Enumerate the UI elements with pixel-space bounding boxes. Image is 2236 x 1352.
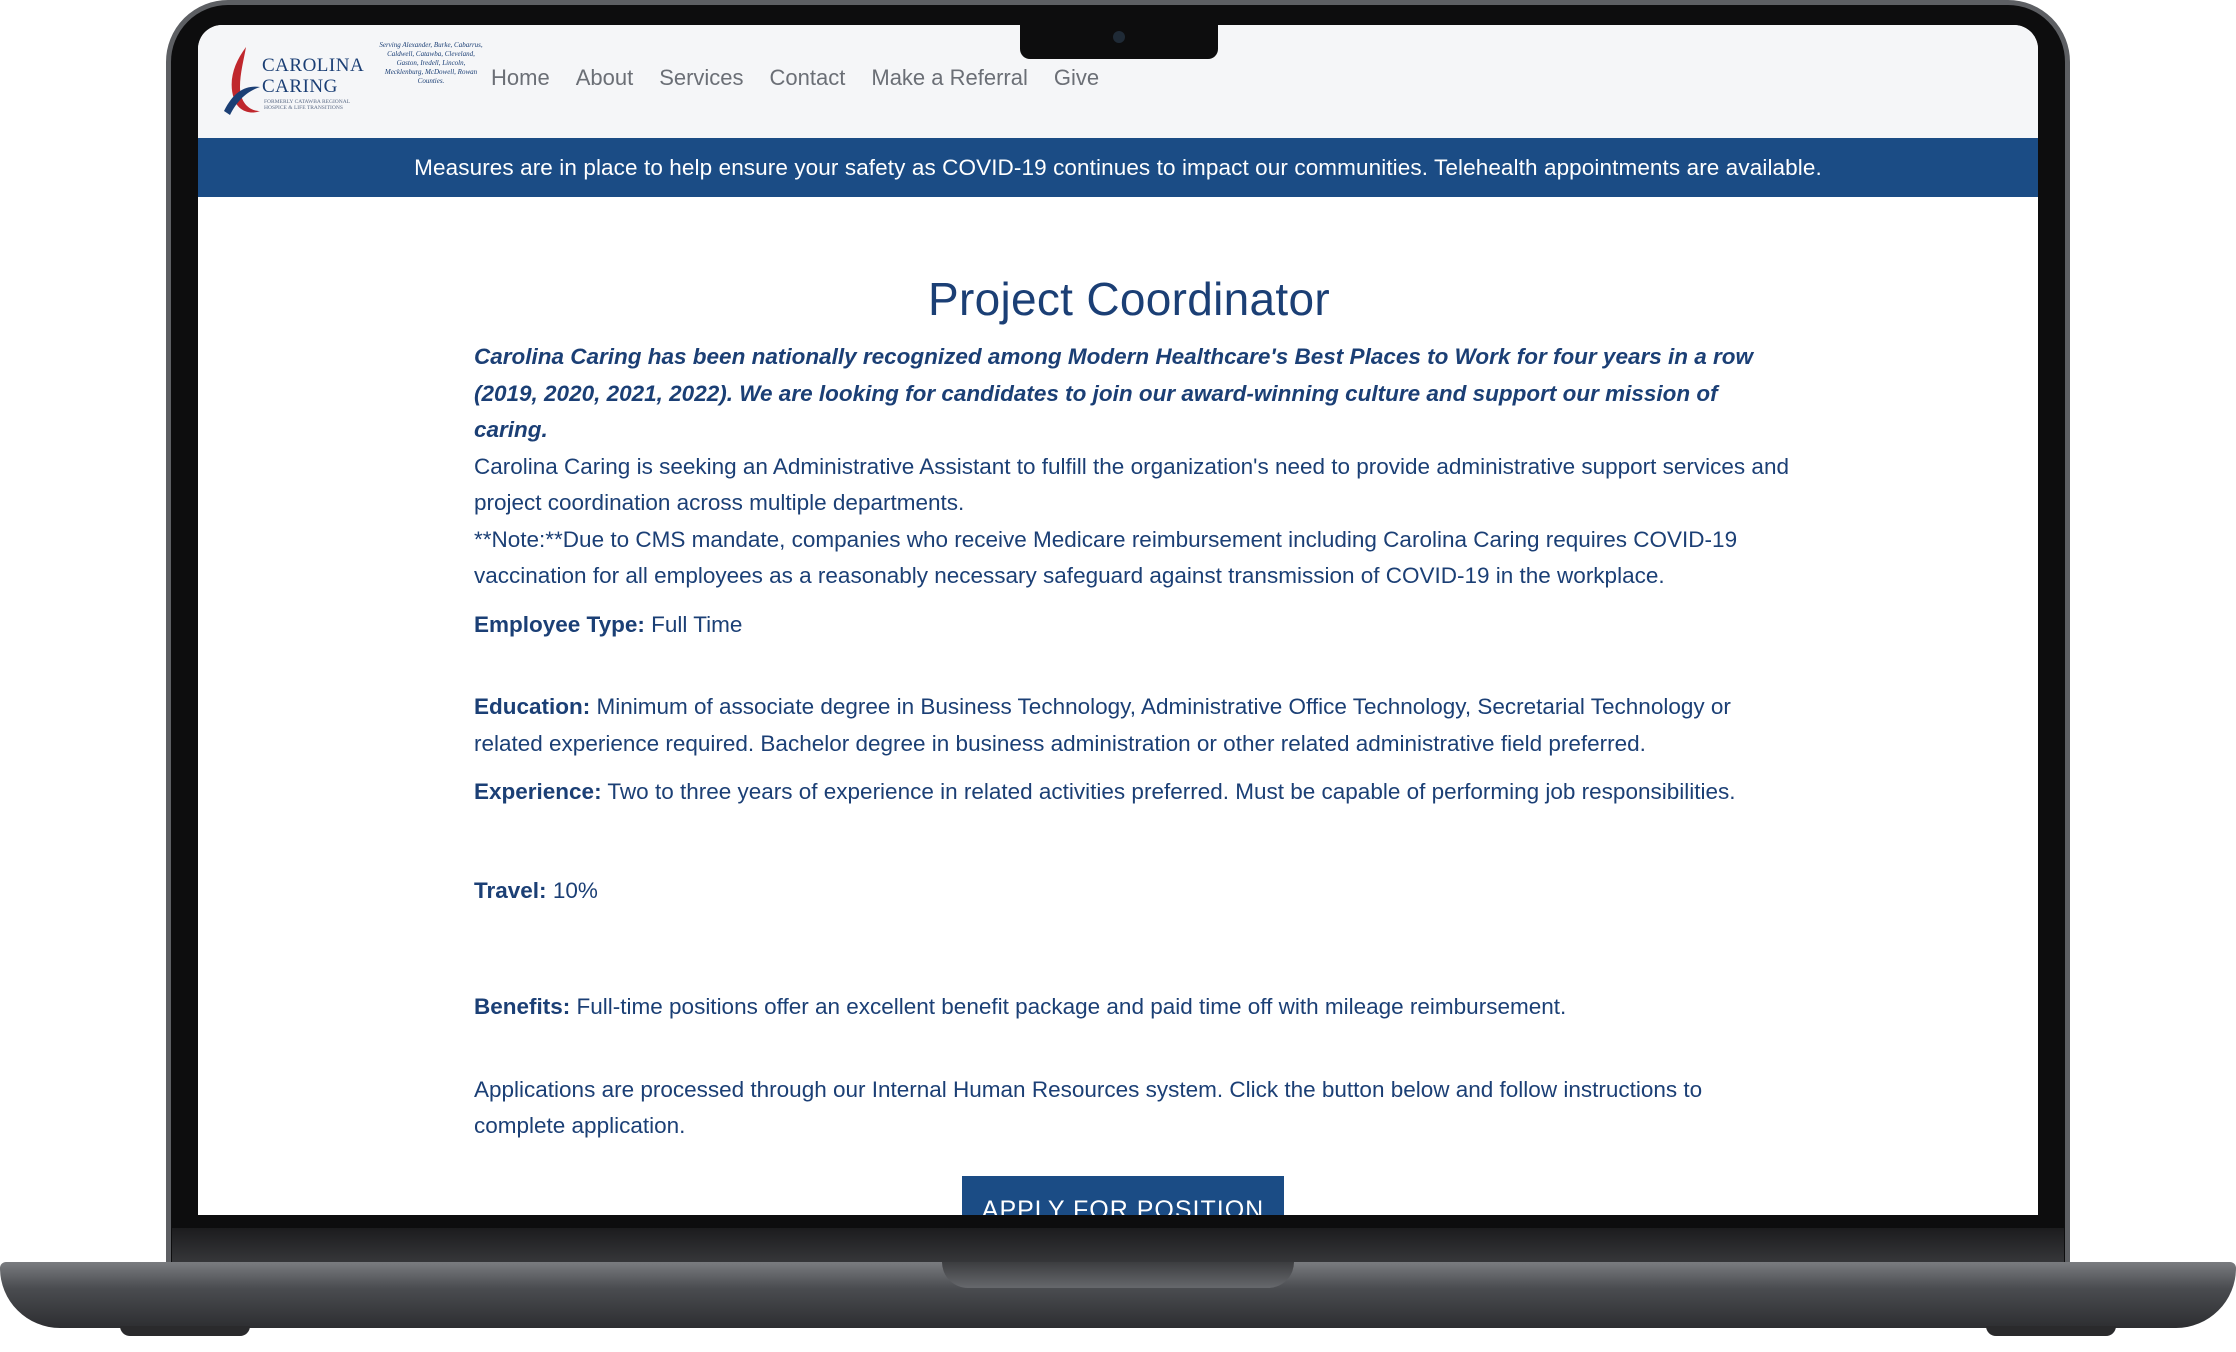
nav-make-a-referral[interactable]: Make a Referral bbox=[871, 65, 1028, 91]
nav-services[interactable]: Services bbox=[659, 65, 743, 91]
vaccination-note: **Note:**Due to CMS mandate, companies w… bbox=[474, 526, 1738, 589]
page-title: Project Coordinator bbox=[927, 273, 1330, 325]
nav-about[interactable]: About bbox=[576, 65, 634, 91]
experience-value: Two to three years of experience in rela… bbox=[607, 779, 1736, 804]
benefits: Benefits: Full-time positions offer an e… bbox=[474, 989, 1794, 1026]
job-summary: Carolina Caring is seeking an Administra… bbox=[474, 453, 1789, 516]
job-posting: Project Coordinator Carolina Caring has … bbox=[474, 197, 1794, 1145]
laptop-opening-lip bbox=[942, 1262, 1294, 1288]
laptop-screen: CAROLINA CARING FORMERLY CATAWBA REGIONA… bbox=[198, 25, 2038, 1215]
benefits-label: Benefits: bbox=[474, 994, 571, 1019]
education-value: Minimum of associate degree in Business … bbox=[474, 694, 1731, 756]
logo-counties-served: Serving Alexander, Burke, Cabarrus, Cald… bbox=[379, 41, 483, 85]
covid-notice-banner: Measures are in place to help ensure you… bbox=[198, 138, 2038, 197]
carolina-caring-logo[interactable]: CAROLINA CARING FORMERLY CATAWBA REGIONA… bbox=[220, 41, 483, 123]
logo-tagline: FORMERLY CATAWBA REGIONAL HOSPICE & LIFE… bbox=[264, 99, 350, 111]
laptop-foot-left bbox=[120, 1326, 250, 1336]
experience-label: Experience: bbox=[474, 779, 602, 804]
recognition-lead: Carolina Caring has been nationally reco… bbox=[474, 344, 1754, 442]
nav-contact[interactable]: Contact bbox=[770, 65, 846, 91]
employee-type-label: Employee Type: bbox=[474, 611, 645, 637]
main-nav: Home About Services Contact Make a Refer… bbox=[491, 65, 1099, 91]
travel: Travel: 10% bbox=[474, 873, 1794, 910]
camera-icon bbox=[1113, 31, 1125, 43]
education-label: Education: bbox=[474, 694, 591, 719]
employee-type-value: Full Time bbox=[651, 611, 743, 637]
education: Education: Minimum of associate degree i… bbox=[474, 689, 1794, 762]
apply-for-position-button[interactable]: APPLY FOR POSITION bbox=[962, 1176, 1284, 1215]
experience: Experience: Two to three years of experi… bbox=[474, 774, 1794, 811]
application-instructions: Applications are processed through our I… bbox=[474, 1076, 1703, 1139]
travel-value: 10% bbox=[552, 877, 598, 903]
laptop-foot-right bbox=[1986, 1326, 2116, 1336]
benefits-value: Full-time positions offer an excellent b… bbox=[576, 994, 1567, 1019]
logo-swoosh-icon bbox=[224, 47, 260, 115]
nav-give[interactable]: Give bbox=[1054, 65, 1099, 91]
employee-type: Employee Type: Full Time bbox=[474, 607, 1794, 644]
nav-home[interactable]: Home bbox=[491, 65, 550, 91]
travel-label: Travel: bbox=[474, 877, 547, 903]
logo-wordmark: CAROLINA CARING bbox=[262, 55, 365, 97]
